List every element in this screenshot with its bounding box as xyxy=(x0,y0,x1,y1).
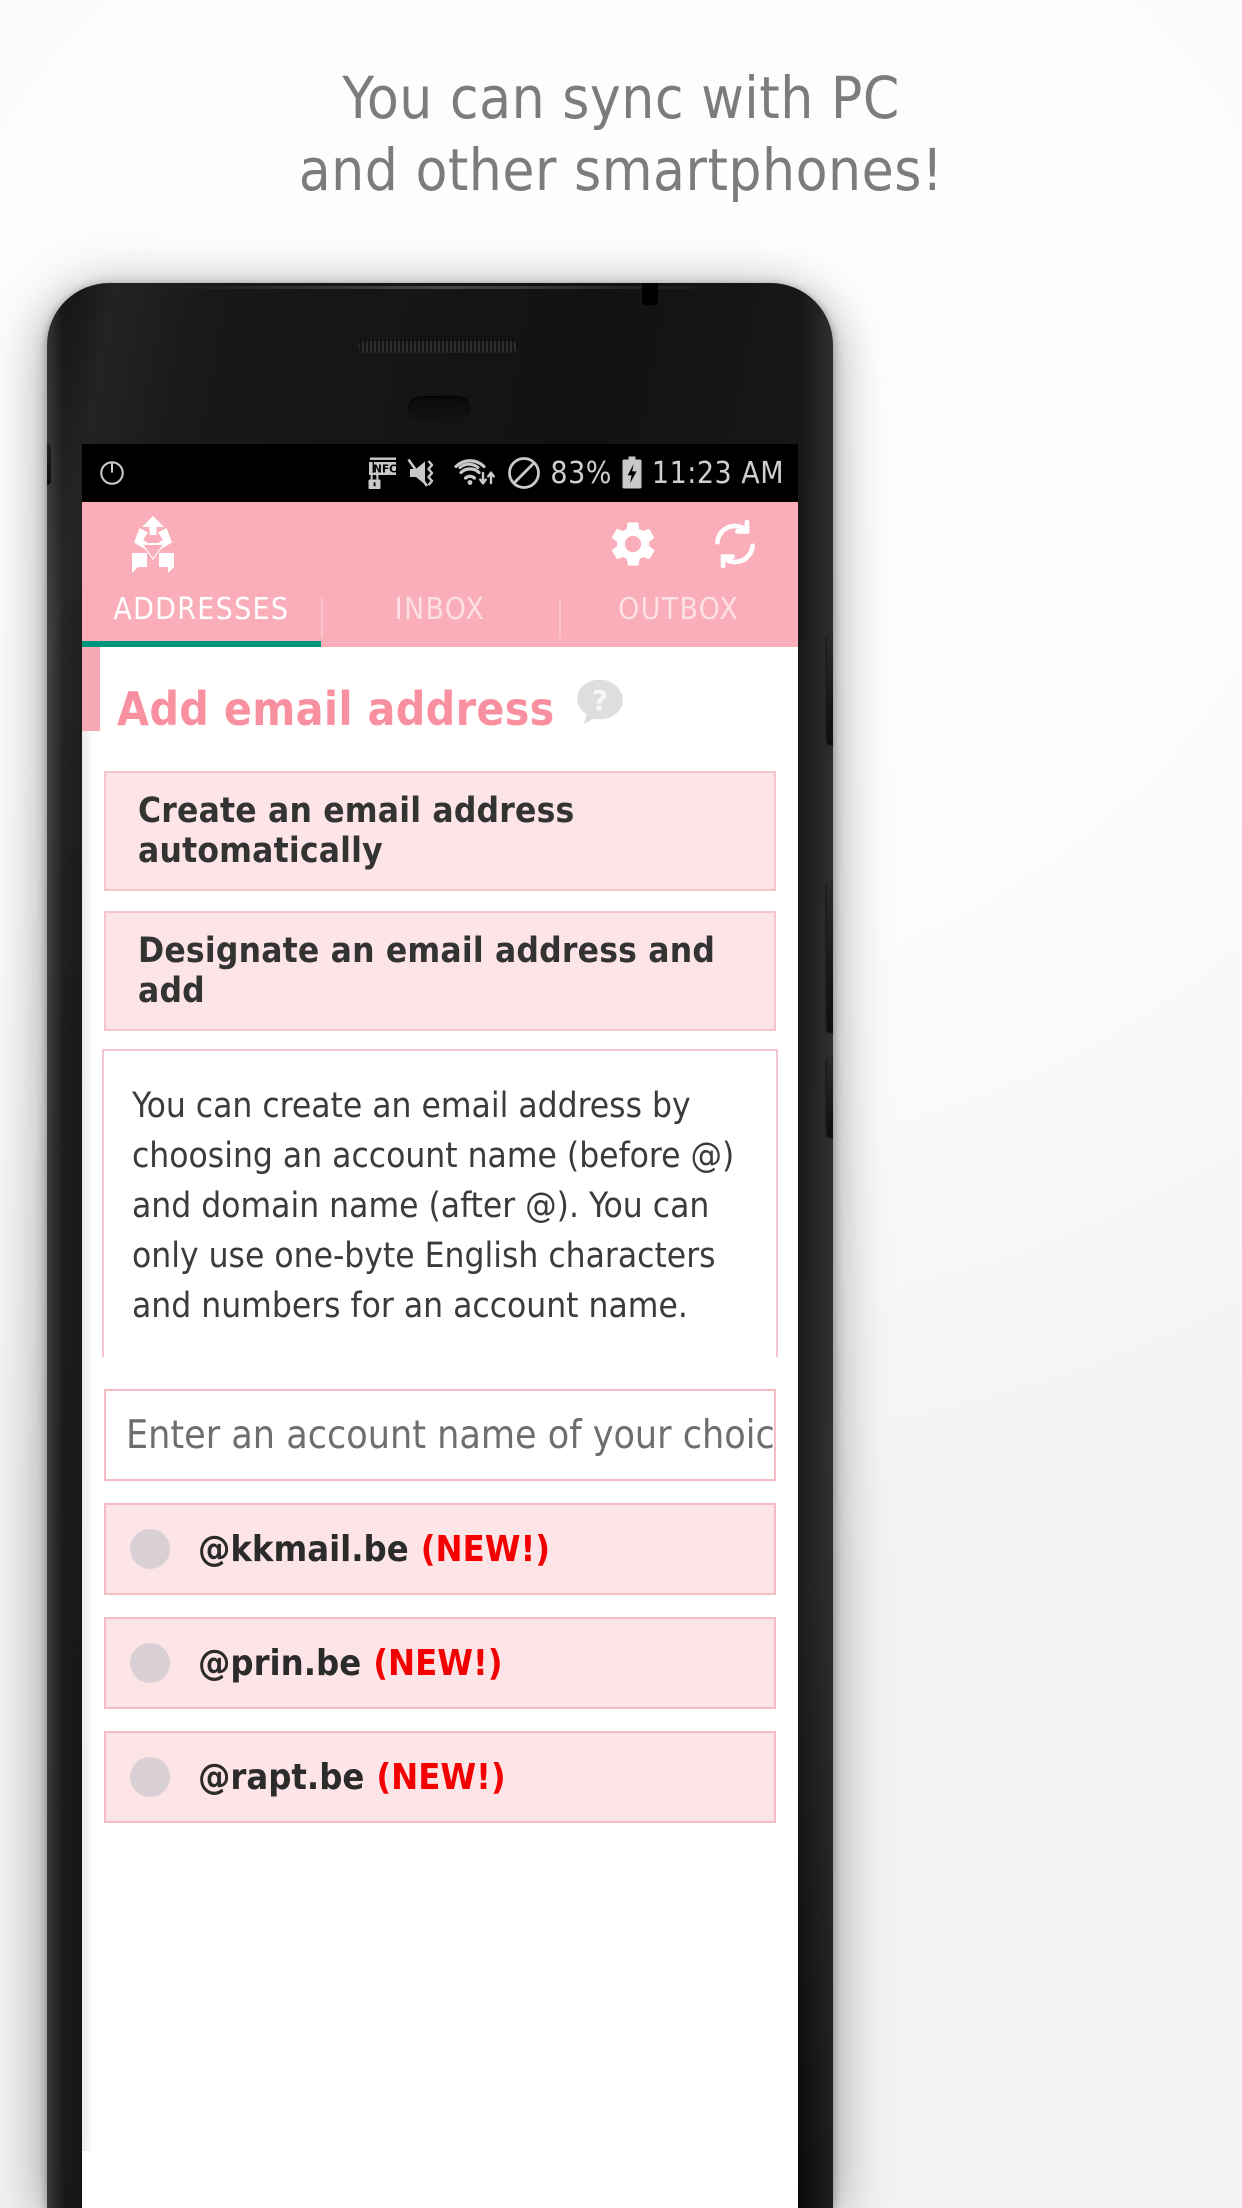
info-text: You can create an email address by choos… xyxy=(132,1086,735,1326)
volume-down-button[interactable] xyxy=(827,1058,833,1138)
radio-button-icon[interactable] xyxy=(130,1757,170,1797)
tab-bar: ADDRESSES INBOX OUTBOX xyxy=(82,590,798,647)
status-bar-left xyxy=(98,459,126,487)
new-badge: (NEW!) xyxy=(373,1642,503,1684)
svg-text:?: ? xyxy=(592,684,608,717)
wifi-data-icon xyxy=(454,457,498,489)
phone-top-chip xyxy=(642,283,658,305)
left-accent-strip xyxy=(82,647,100,731)
status-bar: NFC 83% 11:23 AM xyxy=(82,444,798,502)
power-button[interactable] xyxy=(827,635,833,745)
left-side-button[interactable] xyxy=(47,443,51,485)
radio-button-icon[interactable] xyxy=(130,1643,170,1683)
tab-addresses-label: ADDRESSES xyxy=(113,592,290,627)
account-name-input[interactable]: Enter an account name of your choice xyxy=(104,1389,776,1481)
domain-label: @prin.be xyxy=(198,1642,362,1684)
tab-addresses[interactable]: ADDRESSES xyxy=(82,590,321,647)
tab-outbox[interactable]: OUTBOX xyxy=(559,590,798,647)
create-automatically-button[interactable]: Create an email address automatically xyxy=(104,771,776,891)
new-badge: (NEW!) xyxy=(376,1756,506,1798)
earpiece-grille xyxy=(358,339,518,352)
status-bar-right: NFC 83% 11:23 AM xyxy=(366,456,784,491)
main-content: Add email address ? Create an email addr… xyxy=(82,647,798,2151)
page-background: You can sync with PC and other smartphon… xyxy=(0,0,1242,2208)
domain-option-kkmail[interactable]: @kkmail.be (NEW!) xyxy=(104,1503,776,1595)
app-bar: ADDRESSES INBOX OUTBOX xyxy=(82,502,798,647)
domain-label: @kkmail.be xyxy=(198,1528,409,1570)
tab-divider xyxy=(320,598,323,638)
designate-address-label: Designate an email address and add xyxy=(138,931,716,1011)
tab-inbox[interactable]: INBOX xyxy=(320,590,560,647)
new-badge: (NEW!) xyxy=(420,1528,551,1570)
left-scroll-rail xyxy=(82,731,92,2151)
promo-headline-line-1: You can sync with PC xyxy=(342,64,900,132)
battery-charging-icon xyxy=(621,456,643,490)
battery-percent-label: 83% xyxy=(550,455,612,491)
tab-inbox-label: INBOX xyxy=(394,592,486,627)
promo-headline-line-2: and other smartphones! xyxy=(298,136,944,204)
sensor-pill xyxy=(408,396,470,421)
domain-option-prin[interactable]: @prin.be (NEW!) xyxy=(104,1617,776,1709)
radio-button-icon[interactable] xyxy=(130,1529,170,1569)
account-name-placeholder: Enter an account name of your choice xyxy=(126,1412,776,1458)
page-title: Add email address xyxy=(117,682,555,736)
phone-screen: NFC 83% 11:23 AM ADDRESSES INBOX OUTBOX … xyxy=(82,444,798,2208)
domain-option-rapt[interactable]: @rapt.be (NEW!) xyxy=(104,1731,776,1823)
phone-mockup: NFC 83% 11:23 AM ADDRESSES INBOX OUTBOX … xyxy=(47,283,833,2208)
app-bar-actions xyxy=(606,517,776,575)
tab-outbox-label: OUTBOX xyxy=(618,592,740,627)
promo-headline: You can sync with PC and other smartphon… xyxy=(0,62,1242,206)
volume-mute-vibrate-icon xyxy=(407,458,445,488)
gear-icon[interactable] xyxy=(606,517,660,575)
do-not-disturb-icon xyxy=(507,456,541,490)
create-automatically-label: Create an email address automatically xyxy=(138,791,575,871)
nfc-lock-icon: NFC xyxy=(366,456,398,490)
domain-label: @rapt.be xyxy=(198,1756,365,1798)
recycle-mail-logo-icon xyxy=(116,515,190,577)
tab-divider xyxy=(559,598,562,638)
app-bar-top-row xyxy=(82,502,798,590)
section-header: Add email address ? xyxy=(82,647,798,771)
info-panel: You can create an email address by choos… xyxy=(102,1049,778,1357)
power-icon xyxy=(98,459,126,487)
designate-address-button[interactable]: Designate an email address and add xyxy=(104,911,776,1031)
help-question-icon[interactable]: ? xyxy=(573,676,627,730)
refresh-sync-icon[interactable] xyxy=(708,517,762,575)
volume-up-button[interactable] xyxy=(827,883,833,1033)
clock-label: 11:23 AM xyxy=(651,455,784,491)
